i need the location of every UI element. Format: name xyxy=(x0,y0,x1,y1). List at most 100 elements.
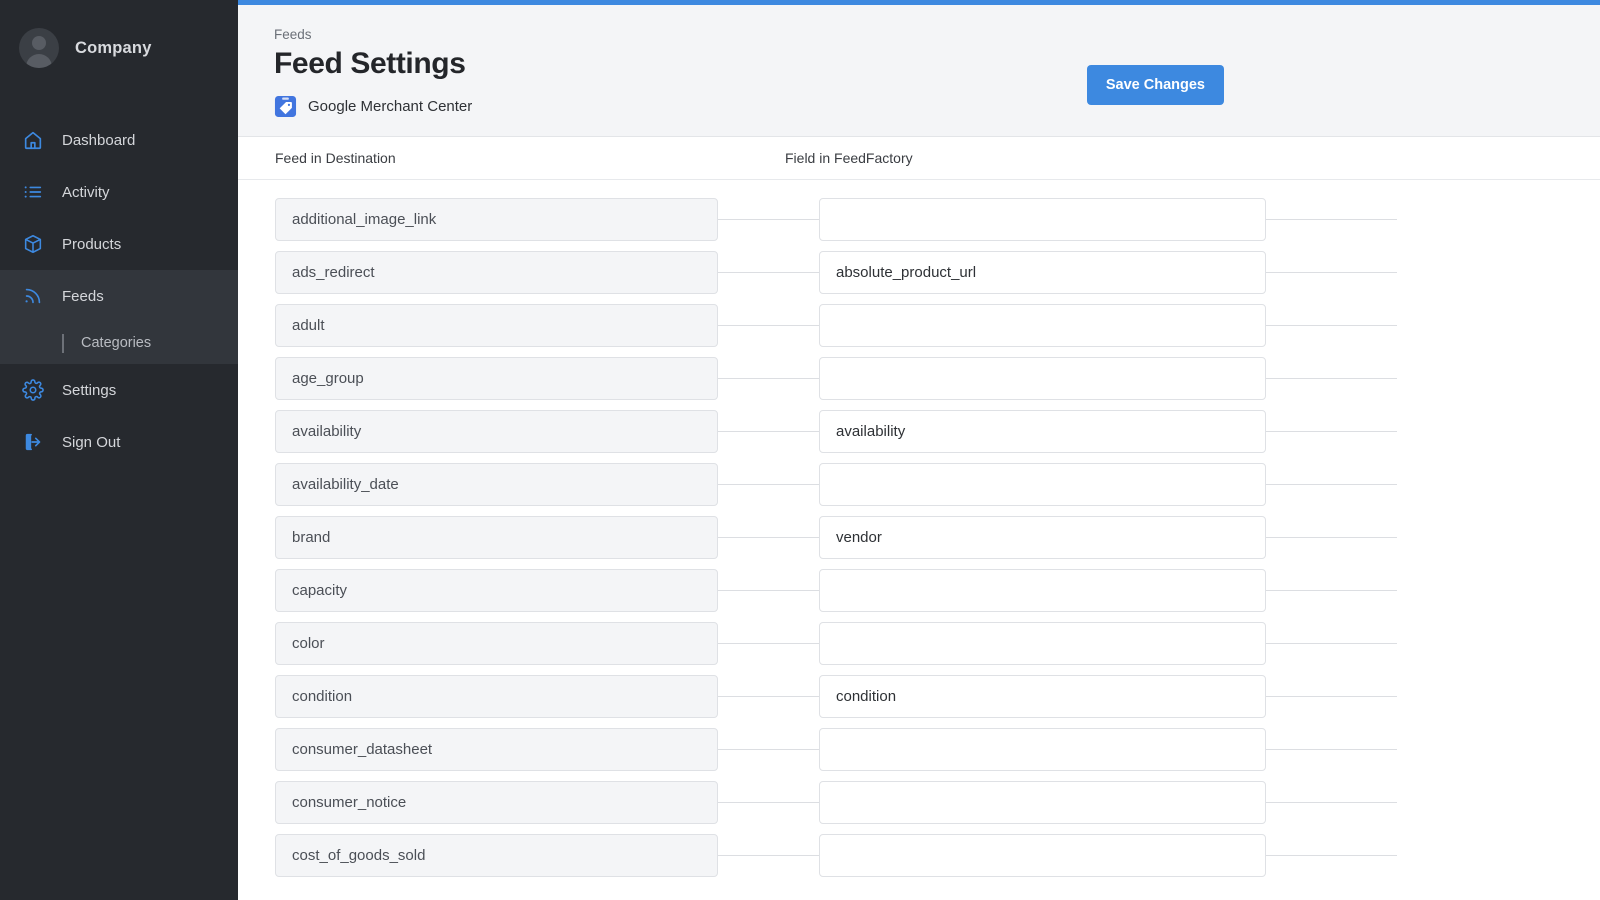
destination-field: brand xyxy=(275,516,718,559)
destination-field: color xyxy=(275,622,718,665)
sidebar-item-label: Products xyxy=(62,235,122,253)
brand-block: Company xyxy=(0,20,238,76)
sidebar-subitem-label: Categories xyxy=(81,335,152,351)
sidebar-nav: Dashboard Activity Products Feeds Catego… xyxy=(0,114,238,468)
sidebar-item-label: Dashboard xyxy=(62,131,136,149)
home-icon xyxy=(22,129,44,151)
mapping-connector-line-right xyxy=(1266,802,1397,803)
source-field-input[interactable] xyxy=(819,357,1266,400)
sub-indent-bar xyxy=(62,333,64,353)
mapping-connector-line-right xyxy=(1266,272,1397,273)
destination-field: capacity xyxy=(275,569,718,612)
field-mapping-row: brand vendor xyxy=(238,511,1600,564)
field-mapping-row: age_group xyxy=(238,352,1600,405)
mapping-connector-line xyxy=(718,219,819,220)
source-field-input[interactable] xyxy=(819,198,1266,241)
google-merchant-center-icon xyxy=(274,95,297,118)
column-header-destination: Feed in Destination xyxy=(275,150,396,166)
mapping-connector-line-right xyxy=(1266,749,1397,750)
destination-field: condition xyxy=(275,675,718,718)
source-field-input[interactable]: condition xyxy=(819,675,1266,718)
list-icon xyxy=(22,181,44,203)
sidebar-item-settings[interactable]: Settings xyxy=(0,364,238,416)
mapping-connector-line-right xyxy=(1266,590,1397,591)
sidebar-item-label: Settings xyxy=(62,381,117,399)
field-mapping-list: additional_image_link ads_redirect absolut… xyxy=(238,180,1600,900)
box-icon xyxy=(22,233,44,255)
destination-field: availability xyxy=(275,410,718,453)
field-mapping-row: adult xyxy=(238,299,1600,352)
source-field-input[interactable]: vendor xyxy=(819,516,1266,559)
sidebar-item-dashboard[interactable]: Dashboard xyxy=(0,114,238,166)
mapping-connector-line-right xyxy=(1266,378,1397,379)
mapping-connector-line xyxy=(718,378,819,379)
column-header-source: Field in FeedFactory xyxy=(785,150,913,166)
destination-block: Google Merchant Center xyxy=(274,95,1564,118)
field-mapping-row: additional_image_link xyxy=(238,193,1600,246)
destination-field: adult xyxy=(275,304,718,347)
mapping-connector-line-right xyxy=(1266,696,1397,697)
breadcrumb[interactable]: Feeds xyxy=(274,27,1564,42)
sidebar-group-feeds: Feeds Categories xyxy=(0,270,238,364)
main-content: Feeds Feed Settings Google Merchant Cent… xyxy=(238,0,1600,900)
mapping-connector-line-right xyxy=(1266,325,1397,326)
destination-field: ads_redirect xyxy=(275,251,718,294)
sidebar-item-label: Feeds xyxy=(62,287,104,305)
mapping-connector-line xyxy=(718,643,819,644)
source-field-input[interactable] xyxy=(819,622,1266,665)
source-field-input[interactable] xyxy=(819,781,1266,824)
save-changes-button[interactable]: Save Changes xyxy=(1086,65,1224,105)
mapping-connector-line-right xyxy=(1266,484,1397,485)
sidebar-item-products[interactable]: Products xyxy=(0,218,238,270)
destination-field: age_group xyxy=(275,357,718,400)
source-field-input[interactable] xyxy=(819,569,1266,612)
mapping-connector-line xyxy=(718,802,819,803)
destination-label: Google Merchant Center xyxy=(308,98,473,115)
sidebar-item-sign-out[interactable]: Sign Out xyxy=(0,416,238,468)
mapping-connector-line-right xyxy=(1266,219,1397,220)
mapping-connector-line-right xyxy=(1266,431,1397,432)
rss-feed-icon xyxy=(22,285,44,307)
mapping-connector-line xyxy=(718,325,819,326)
field-mapping-row: consumer_notice xyxy=(238,776,1600,829)
mapping-connector-line xyxy=(718,696,819,697)
page-header: Feeds Feed Settings Google Merchant Cent… xyxy=(238,5,1600,137)
field-mapping-row: availability_date xyxy=(238,458,1600,511)
field-mapping-row: ads_redirect absolute_product_url xyxy=(238,246,1600,299)
field-mapping-row: cost_of_goods_sold xyxy=(238,829,1600,882)
mapping-connector-line xyxy=(718,484,819,485)
brand-name: Company xyxy=(75,38,152,57)
sidebar-item-categories[interactable]: Categories xyxy=(0,322,238,364)
destination-field: consumer_datasheet xyxy=(275,728,718,771)
app-root: Company Dashboard Activity Products Feed… xyxy=(0,0,1600,900)
destination-field: cost_of_goods_sold xyxy=(275,834,718,877)
destination-field: consumer_notice xyxy=(275,781,718,824)
sign-out-icon xyxy=(22,431,44,453)
page-title: Feed Settings xyxy=(274,47,466,80)
destination-field: availability_date xyxy=(275,463,718,506)
mapping-connector-line xyxy=(718,855,819,856)
gear-icon xyxy=(22,379,44,401)
sidebar-item-activity[interactable]: Activity xyxy=(0,166,238,218)
sidebar-item-feeds[interactable]: Feeds xyxy=(0,270,238,322)
mapping-connector-line xyxy=(718,537,819,538)
source-field-input[interactable] xyxy=(819,728,1266,771)
mapping-connector-line xyxy=(718,590,819,591)
mapping-connector-line-right xyxy=(1266,855,1397,856)
sidebar-item-label: Activity xyxy=(62,183,110,201)
mapping-connector-line xyxy=(718,431,819,432)
source-field-input[interactable] xyxy=(819,834,1266,877)
field-mapping-row: capacity xyxy=(238,564,1600,617)
source-field-input[interactable]: availability xyxy=(819,410,1266,453)
sidebar: Company Dashboard Activity Products Feed… xyxy=(0,0,238,900)
source-field-input[interactable] xyxy=(819,304,1266,347)
source-field-input[interactable]: absolute_product_url xyxy=(819,251,1266,294)
field-mapping-row: consumer_datasheet xyxy=(238,723,1600,776)
field-mapping-row: condition condition xyxy=(238,670,1600,723)
mapping-connector-line-right xyxy=(1266,537,1397,538)
field-mapping-row: availability availability xyxy=(238,405,1600,458)
mapping-connector-line xyxy=(718,749,819,750)
field-mapping-row: color xyxy=(238,617,1600,670)
source-field-input[interactable] xyxy=(819,463,1266,506)
sidebar-item-label: Sign Out xyxy=(62,433,121,451)
